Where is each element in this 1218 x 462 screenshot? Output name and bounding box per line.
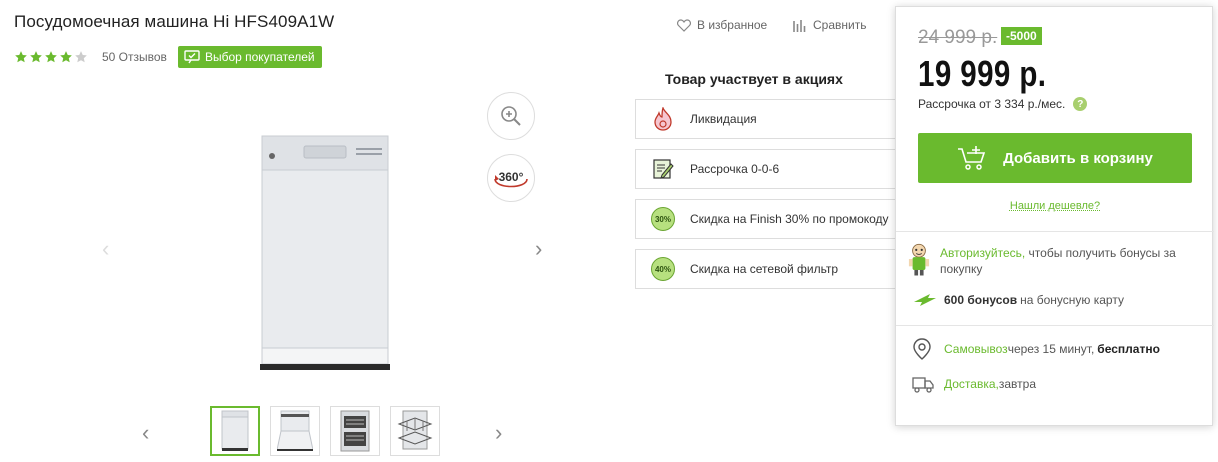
login-link[interactable]: Авторизуйтесь,	[940, 246, 1025, 260]
dishwasher-image[interactable]	[260, 134, 390, 374]
promo-item[interactable]: Рассрочка 0-0-6	[635, 149, 905, 189]
thumbnail-image	[221, 410, 249, 451]
bonus-amount: 600 бонусов	[944, 293, 1018, 307]
pickup-link[interactable]: Самовывоз	[944, 342, 1008, 356]
discount-icon: 40%	[650, 256, 676, 282]
current-price: 19 999 р.	[918, 53, 1047, 94]
auth-text: Авторизуйтесь, чтобы получить бонусы за …	[940, 245, 1198, 277]
product-gallery: 360° ‹ › ‹ ›	[0, 80, 600, 462]
choice-badge-label: Выбор покупателей	[204, 50, 315, 64]
help-icon[interactable]: ?	[1073, 97, 1088, 111]
discount-badge: 30%	[651, 207, 675, 231]
star-filled-icon	[60, 51, 72, 63]
thumbs-prev-arrow[interactable]: ‹	[142, 420, 149, 446]
discount-icon: 30%	[650, 206, 676, 232]
thumbnail-strip	[210, 406, 440, 456]
favorite-button[interactable]: В избранное	[677, 18, 767, 32]
promo-item[interactable]: Ликвидация	[635, 99, 905, 139]
delivery-text: завтра	[998, 377, 1037, 391]
installment-info: Рассрочка от 3 334 р./мес. ?	[918, 97, 1088, 111]
thumbnail-image	[277, 410, 313, 451]
thumbnail-racks-out[interactable]	[390, 406, 440, 456]
gallery-prev-arrow[interactable]: ‹	[102, 236, 109, 262]
add-to-cart-button[interactable]: Добавить в корзину	[918, 133, 1192, 183]
discount-badge: 40%	[651, 257, 675, 281]
document-pen-icon	[650, 156, 676, 182]
promo-label: Рассрочка 0-0-6	[690, 162, 780, 176]
zoom-in-icon	[501, 106, 521, 126]
promo-item[interactable]: 30% Скидка на Finish 30% по промокоду	[635, 199, 905, 239]
thumbs-next-arrow[interactable]: ›	[495, 420, 502, 446]
compare-button[interactable]: Сравнить	[793, 18, 866, 32]
bonus-text: на бонусную карту	[1020, 293, 1124, 307]
discount-amount-badge: -5000	[1001, 27, 1042, 45]
cart-plus-icon	[958, 146, 986, 170]
promo-label: Скидка на сетевой фильтр	[690, 262, 839, 276]
divider	[896, 325, 1214, 326]
choice-badge: Выбор покупателей	[177, 46, 322, 68]
thumbnail-front-closed[interactable]	[210, 406, 260, 456]
view-360-button[interactable]: 360°	[487, 154, 535, 202]
pickup-text: через 15 минут,	[1007, 342, 1095, 356]
thumbnail-front-open[interactable]	[270, 406, 320, 456]
delivery-link[interactable]: Доставка,	[944, 377, 999, 391]
compare-label: Сравнить	[813, 18, 867, 32]
truck-icon	[912, 377, 934, 393]
auth-bonus-row: Авторизуйтесь, чтобы получить бонусы за …	[908, 241, 1198, 277]
found-cheaper-link[interactable]: Нашли дешевле?	[896, 200, 1214, 212]
view-360-label: 360°	[499, 170, 524, 184]
buy-card: 24 999 р. -5000 19 999 р. Рассрочка от 3…	[895, 6, 1214, 426]
promotions-title: Товар участвует в акциях	[665, 71, 843, 87]
pickup-free: бесплатно	[1097, 342, 1160, 356]
promo-item[interactable]: 40% Скидка на сетевой фильтр	[635, 249, 905, 289]
promo-label: Скидка на Finish 30% по промокоду	[690, 212, 889, 226]
mascot-icon	[908, 243, 930, 276]
old-price: 24 999 р.	[918, 27, 998, 48]
rating-stars[interactable]	[14, 50, 88, 64]
thumbnail-image	[340, 410, 370, 452]
delivery-row: Доставка, завтра	[912, 375, 1036, 393]
pickup-row: Самовывоз через 15 минут, бесплатно	[910, 337, 1160, 361]
rotate-360-icon: 360°	[494, 170, 528, 188]
fire-icon	[650, 106, 676, 132]
bonus-lightning-icon	[914, 294, 936, 306]
product-title: Посудомоечная машина Hi HFS409A1W	[14, 12, 335, 31]
gallery-next-arrow[interactable]: ›	[535, 236, 542, 262]
star-empty-icon	[75, 51, 87, 63]
rating-row: 50 Отзывов Выбор покупателей	[14, 46, 322, 68]
thumbnail-image	[397, 410, 433, 450]
bonus-row: 600 бонусов на бонусную карту	[914, 293, 1124, 307]
zoom-button[interactable]	[487, 92, 535, 140]
star-filled-icon	[30, 51, 42, 63]
compare-bars-icon	[793, 19, 806, 32]
add-to-cart-label: Добавить в корзину	[1003, 149, 1153, 167]
favorite-label: В избранное	[697, 18, 768, 32]
star-filled-icon	[45, 51, 57, 63]
chat-check-icon	[184, 50, 200, 64]
reviews-link[interactable]: 50 Отзывов	[102, 50, 167, 64]
map-pin-icon	[913, 338, 931, 360]
divider	[896, 231, 1214, 232]
star-filled-icon	[15, 51, 27, 63]
heart-icon	[677, 18, 691, 32]
installment-text: Рассрочка от 3 334 р./мес.	[918, 97, 1066, 111]
thumbnail-interior[interactable]	[330, 406, 380, 456]
promo-label: Ликвидация	[690, 112, 757, 126]
